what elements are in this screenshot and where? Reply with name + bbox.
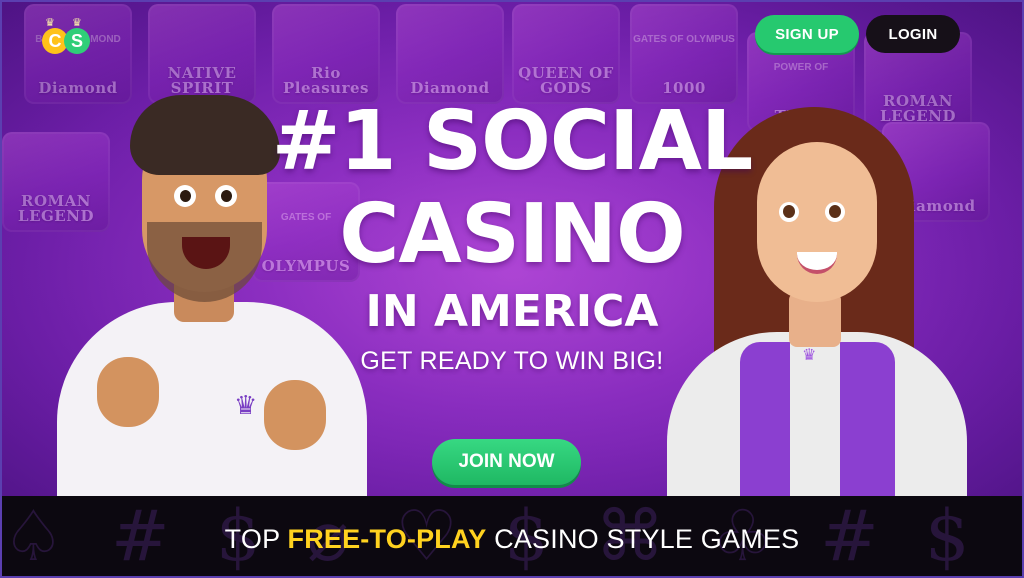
bottom-banner: ♤ # $ ⌀ ♡ $ ⌘ ♧ # $ ♡ ♤ # $ ⌀ ♡ $ ⌘ ♧ TO… xyxy=(2,496,1022,576)
headline-line-3: IN AMERICA xyxy=(365,286,659,337)
banner-suffix: CASINO STYLE GAMES xyxy=(494,524,800,554)
join-now-button[interactable]: JOIN NOW xyxy=(432,439,581,485)
banner-text: TOP FREE-TO-PLAY CASINO STYLE GAMES xyxy=(2,524,1022,555)
logo-letter-s: S xyxy=(64,28,90,54)
sign-up-button[interactable]: SIGN UP xyxy=(755,15,859,53)
crown-icon: ♛ xyxy=(234,390,258,420)
landing-page: BLACK DIAMONDDiamondNATIVE SPIRITRio Ple… xyxy=(0,0,1024,578)
hero-section: BLACK DIAMONDDiamondNATIVE SPIRITRio Ple… xyxy=(2,2,1022,496)
headline-line-1: #1 SOCIAL xyxy=(271,94,753,189)
login-button[interactable]: LOGIN xyxy=(866,15,960,53)
banner-prefix: TOP xyxy=(224,524,280,554)
casino-logo-icon[interactable]: ♛ ♛ C S xyxy=(42,17,94,58)
headline-line-2: CASINO xyxy=(339,187,686,282)
banner-highlight: FREE-TO-PLAY xyxy=(287,524,487,554)
hero-tagline: GET READY TO WIN BIG! xyxy=(360,347,664,375)
